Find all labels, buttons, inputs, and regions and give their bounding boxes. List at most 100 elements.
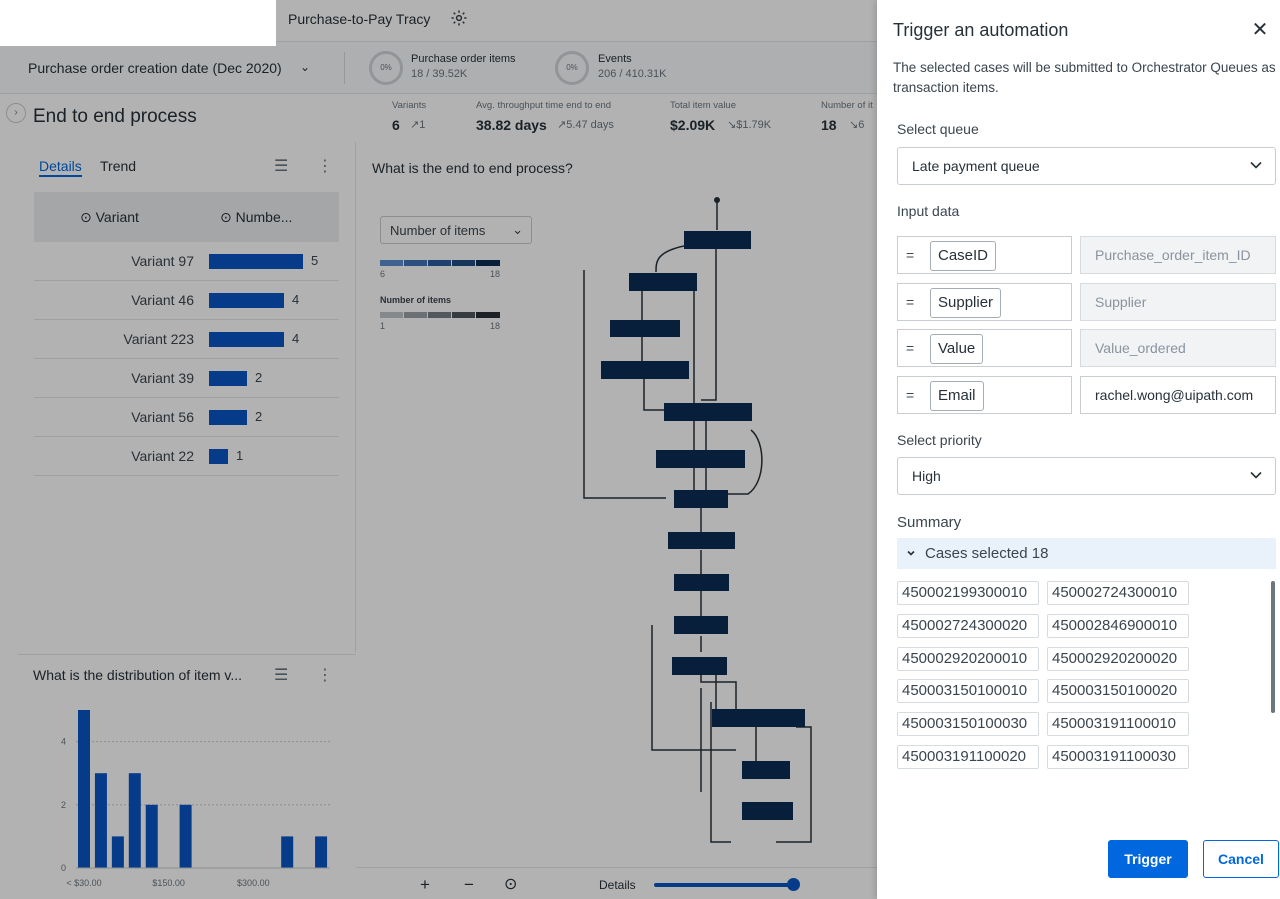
zoom-out-icon[interactable]: − bbox=[464, 875, 474, 895]
equals-sign: = bbox=[906, 294, 915, 310]
kpi-trend: ↗5.47 days bbox=[557, 119, 614, 131]
filter-icon[interactable]: ☰ bbox=[274, 156, 288, 176]
kpi-label: Number of it bbox=[821, 100, 873, 111]
scrollbar[interactable] bbox=[1271, 581, 1275, 713]
process-graph-panel: What is the end to end process? Number o… bbox=[356, 142, 877, 899]
histogram-bar[interactable] bbox=[111, 836, 124, 868]
chevron-down-icon[interactable]: ⌄ bbox=[300, 60, 310, 74]
column-header-number[interactable]: ⊙ Numbe... bbox=[220, 209, 292, 226]
variant-name: Variant 22 bbox=[131, 448, 194, 464]
zoom-in-icon[interactable]: + bbox=[420, 875, 430, 895]
kpi-trend: ↘$1.79K bbox=[727, 119, 772, 131]
field-mapping[interactable]: = Value bbox=[897, 329, 1072, 367]
priority-select[interactable]: High bbox=[897, 457, 1276, 495]
value-field[interactable]: Purchase_order_item_ID bbox=[1080, 236, 1276, 274]
table-header: ⊙ Variant ⊙ Numbe... bbox=[34, 192, 339, 242]
histogram-bar[interactable] bbox=[78, 710, 90, 868]
tab-details[interactable]: Details bbox=[39, 158, 82, 177]
case-id-chip: 450002846900010 bbox=[1047, 613, 1189, 638]
slider-handle[interactable] bbox=[787, 878, 800, 891]
kpi-value: 18 bbox=[821, 117, 837, 133]
progress-ring: 0% bbox=[555, 51, 589, 85]
x-tick-label: < $30.00 bbox=[66, 878, 101, 888]
value-field[interactable]: Supplier bbox=[1080, 283, 1276, 321]
table-row[interactable]: Variant 22 1 bbox=[34, 437, 339, 476]
divider bbox=[344, 52, 345, 84]
recenter-icon[interactable]: ⊙ bbox=[504, 874, 517, 894]
details-slider-label: Details bbox=[599, 878, 636, 892]
trigger-button[interactable]: Trigger bbox=[1108, 840, 1188, 878]
column-header-variant[interactable]: ⊙ Variant bbox=[80, 209, 139, 226]
queue-select[interactable]: Late payment queue bbox=[897, 147, 1276, 185]
input-row: = CaseID Purchase_order_item_ID bbox=[897, 236, 1276, 274]
case-id-chip: 450002724300010 bbox=[1047, 581, 1189, 605]
table-row[interactable]: Variant 223 4 bbox=[34, 320, 339, 359]
date-filter[interactable]: Purchase order creation date (Dec 2020) bbox=[28, 60, 282, 76]
variant-count: 1 bbox=[236, 448, 244, 463]
table-row[interactable]: Variant 39 2 bbox=[34, 359, 339, 398]
more-icon[interactable]: ⋮ bbox=[317, 156, 333, 176]
drawer-description: The selected cases will be submitted to … bbox=[893, 60, 1276, 95]
histogram-bar[interactable] bbox=[128, 773, 141, 868]
field-mapping[interactable]: = CaseID bbox=[897, 236, 1072, 274]
value-field[interactable]: Value_ordered bbox=[1080, 329, 1276, 367]
metric-value: 18 / 39.52K bbox=[411, 68, 468, 80]
variant-count: 2 bbox=[255, 409, 263, 424]
case-id-chip: 450003191100020 bbox=[897, 745, 1039, 769]
variant-name: Variant 223 bbox=[123, 331, 194, 347]
table-row[interactable]: Variant 46 4 bbox=[34, 281, 339, 320]
input-row: = Email rachel.wong@uipath.com bbox=[897, 376, 1276, 414]
email-field[interactable]: rachel.wong@uipath.com bbox=[1080, 376, 1276, 414]
kpi-label: Variants bbox=[392, 100, 427, 111]
variant-count: 2 bbox=[255, 370, 263, 385]
kpi-trend: ↘6 bbox=[849, 119, 865, 131]
histogram-bar[interactable] bbox=[315, 836, 328, 868]
variant-name: Variant 97 bbox=[131, 253, 194, 269]
field-chip[interactable]: Value bbox=[930, 334, 984, 364]
variant-count: 5 bbox=[311, 253, 319, 268]
x-tick-label: $150.00 bbox=[152, 878, 185, 888]
input-row: = Value Value_ordered bbox=[897, 329, 1276, 367]
case-id-chip: 450003150100020 bbox=[1047, 679, 1189, 704]
metric-label: Purchase order items bbox=[411, 53, 516, 65]
equals-sign: = bbox=[906, 387, 915, 403]
kpi-label: Avg. throughput time end to end bbox=[476, 100, 612, 111]
case-id-chip: 450002199300010 bbox=[897, 581, 1039, 605]
app-title: Purchase-to-Pay Tracy bbox=[288, 11, 431, 27]
case-id-chip: 450002920200010 bbox=[897, 646, 1039, 671]
field-mapping[interactable]: = Supplier bbox=[897, 283, 1072, 321]
select-priority-label: Select priority bbox=[897, 432, 982, 448]
variant-name: Variant 39 bbox=[131, 370, 194, 386]
input-data-label: Input data bbox=[897, 203, 960, 219]
distribution-chart: 0 2 4 < $30.00 $150.00 $300.00 bbox=[61, 710, 330, 888]
field-chip[interactable]: Supplier bbox=[930, 288, 1002, 318]
kpi-label: Total item value bbox=[670, 100, 737, 111]
input-row: = Supplier Supplier bbox=[897, 283, 1276, 321]
expand-icon[interactable]: › bbox=[6, 103, 26, 123]
field-chip[interactable]: CaseID bbox=[930, 241, 997, 271]
gear-icon[interactable] bbox=[450, 9, 468, 27]
table-row[interactable]: Variant 56 2 bbox=[34, 398, 339, 437]
kpi-value: 38.82 days bbox=[476, 117, 547, 133]
histogram-bar[interactable] bbox=[94, 773, 107, 868]
tab-trend[interactable]: Trend bbox=[100, 158, 136, 174]
process-graph[interactable] bbox=[356, 142, 877, 862]
y-tick-label: 4 bbox=[61, 737, 66, 747]
cases-selected-toggle[interactable]: Cases selected 18 bbox=[897, 538, 1276, 569]
variant-name: Variant 56 bbox=[131, 409, 194, 425]
distribution-panel: What is the distribution of item v... ☰ … bbox=[18, 654, 356, 899]
details-slider[interactable] bbox=[654, 883, 792, 887]
histogram-bar[interactable] bbox=[281, 836, 294, 868]
close-icon[interactable]: ✕ bbox=[1249, 20, 1271, 42]
table-row[interactable]: Variant 97 5 bbox=[34, 242, 339, 281]
equals-sign: = bbox=[906, 247, 915, 263]
variant-bar bbox=[209, 410, 247, 425]
cancel-button[interactable]: Cancel bbox=[1203, 840, 1279, 878]
case-id-chip: 450002920200020 bbox=[1047, 646, 1189, 671]
field-mapping[interactable]: = Email bbox=[897, 376, 1072, 414]
field-chip[interactable]: Email bbox=[930, 381, 984, 411]
case-id-chip: 450003150100010 bbox=[897, 679, 1039, 704]
histogram-bar[interactable] bbox=[179, 804, 192, 868]
variant-bar bbox=[209, 332, 284, 347]
histogram-bar[interactable] bbox=[145, 804, 158, 868]
